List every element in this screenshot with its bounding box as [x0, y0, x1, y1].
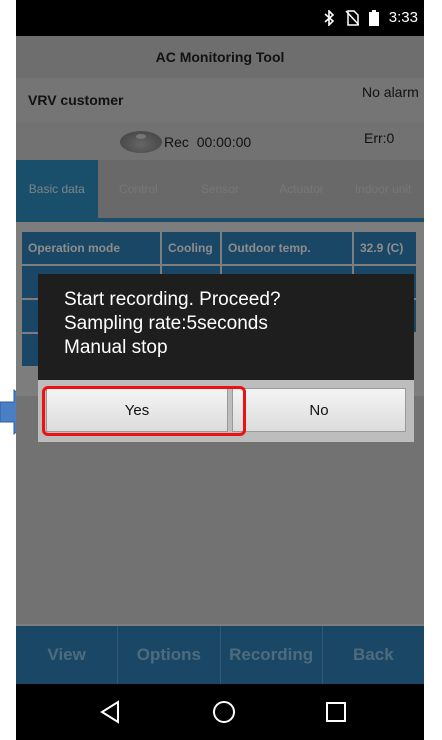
- recents-nav-icon[interactable]: [322, 698, 350, 726]
- status-bar: 3:33: [16, 0, 424, 36]
- android-nav-bar: [16, 684, 424, 740]
- dialog-line-2: Sampling rate:5seconds: [64, 313, 268, 334]
- home-nav-icon[interactable]: [210, 698, 238, 726]
- battery-icon: [368, 9, 379, 26]
- yes-button-highlight: [42, 386, 246, 436]
- dialog-line-1: Start recording. Proceed?: [64, 289, 281, 310]
- back-nav-icon[interactable]: [98, 698, 126, 726]
- dialog-line-3: Manual stop: [64, 337, 168, 358]
- clock: 3:33: [388, 9, 418, 26]
- no-button[interactable]: No: [232, 388, 406, 432]
- no-sim-icon: [345, 9, 359, 26]
- dialog-message: Start recording. Proceed? Sampling rate:…: [38, 274, 414, 380]
- phone-frame: 3:33 AC Monitoring Tool VRV customer No …: [16, 0, 424, 740]
- bluetooth-icon: [324, 9, 334, 26]
